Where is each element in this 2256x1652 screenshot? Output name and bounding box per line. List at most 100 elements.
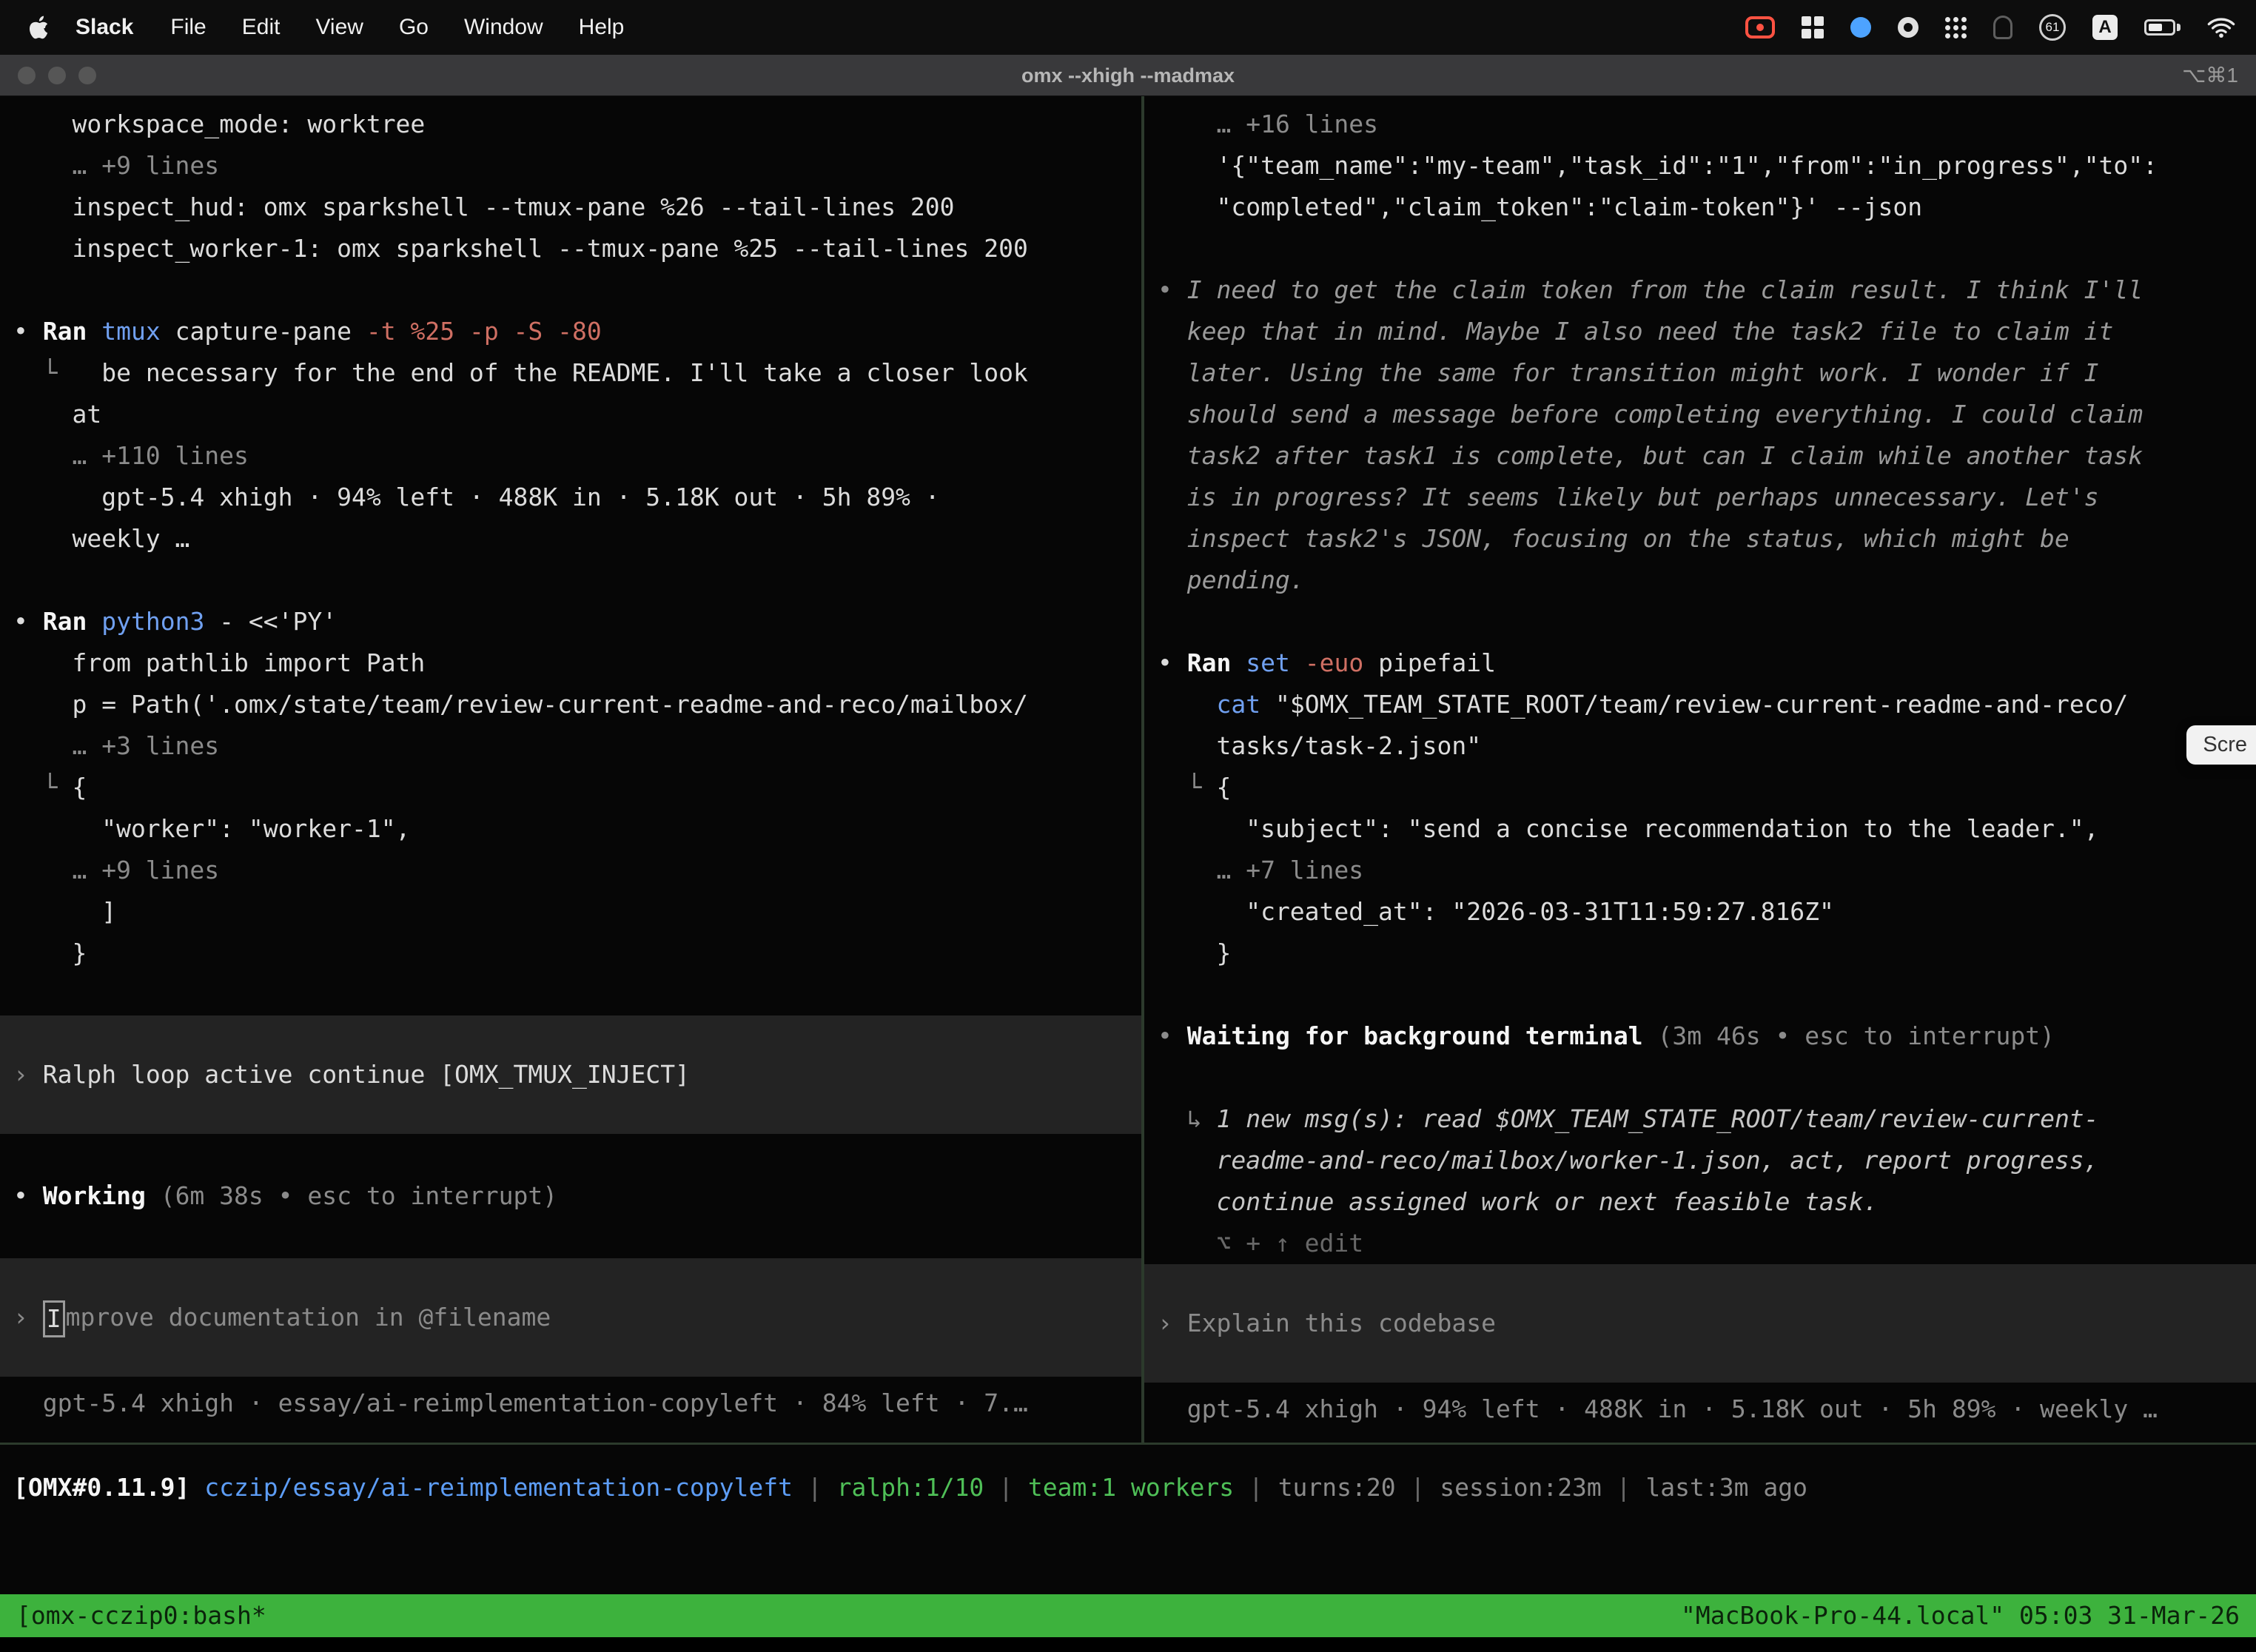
status-working-line: • Working (6m 38s • esc to interrupt) xyxy=(0,1175,1141,1217)
text-segment: | xyxy=(1602,1473,1646,1502)
text-segment: python3 xyxy=(101,607,204,636)
text-segment: readme-and-reco/mailbox/worker-1.json, a… xyxy=(1158,1146,2099,1175)
battery-percent-gauge-icon[interactable]: 61 xyxy=(2039,14,2066,41)
terminal-line: "worker": "worker-1", xyxy=(0,808,1141,850)
text-segment: } xyxy=(1158,939,1231,967)
text-segment: • xyxy=(13,607,43,636)
text-segment: "subject": "send a concise recommendatio… xyxy=(1158,814,2099,843)
thinking-line: task2 after task1 is complete, but can I… xyxy=(1144,435,2256,477)
text-segment: last:3m ago xyxy=(1645,1473,1807,1502)
window-titlebar[interactable]: omx --xhigh --madmax ⌥⌘1 xyxy=(0,55,2256,96)
ring-app-icon[interactable] xyxy=(1898,17,1918,38)
text-segment: - <<'PY' xyxy=(204,607,337,636)
text-segment: capture-pane xyxy=(161,317,366,346)
text-segment: "$OMX_TEAM_STATE_ROOT/team/review-curren… xyxy=(1260,690,2128,719)
text-segment: | xyxy=(1396,1473,1440,1502)
text-segment xyxy=(1290,648,1305,677)
text-segment: "completed","claim_token":"claim-token"}… xyxy=(1158,192,1922,221)
tmux-host-clock-label: "MacBook-Pro-44.local" 05:03 31-Mar-26 xyxy=(1681,1594,2240,1637)
mailbox-message-line: ↳ 1 new msg(s): read $OMX_TEAM_STATE_ROO… xyxy=(1144,1098,2256,1140)
window-grid-icon[interactable] xyxy=(1802,16,1824,38)
menu-app-name[interactable]: Slack xyxy=(56,15,152,40)
battery-icon[interactable] xyxy=(2144,19,2181,36)
terminal-line: workspace_mode: worktree xyxy=(0,104,1141,145)
omx-status-area: [OMX#0.11.9] cczip/essay/ai-reimplementa… xyxy=(0,1443,2256,1594)
menu-go[interactable]: Go xyxy=(381,15,446,40)
text-segment: └ xyxy=(13,773,72,802)
text-segment: tmux xyxy=(101,317,160,346)
text-segment: tasks/task-2.json" xyxy=(1158,731,1481,760)
text-segment: "worker": "worker-1", xyxy=(13,814,410,843)
terminal-line: '{"team_name":"my-team","task_id":"1","f… xyxy=(1144,145,2256,187)
terminal-line: } xyxy=(1144,933,2256,974)
terminal-line: inspect_worker-1: omx sparkshell --tmux-… xyxy=(0,228,1141,269)
terminal-line: inspect_hud: omx sparkshell --tmux-pane … xyxy=(0,187,1141,228)
text-segment: … +9 lines xyxy=(13,151,219,180)
window-title: omx --xhigh --madmax xyxy=(0,55,2256,96)
thinking-line: should send a message before completing … xyxy=(1144,394,2256,435)
text-segment: › xyxy=(13,1303,43,1332)
text-segment: Ran xyxy=(1187,648,1232,677)
text-segment: └ xyxy=(13,358,101,387)
text-segment xyxy=(87,607,101,636)
text-segment: inspect_hud: omx sparkshell --tmux-pane … xyxy=(13,192,955,221)
text-segment: … +16 lines xyxy=(1158,110,1378,138)
text-segment: › xyxy=(13,1060,43,1089)
text-segment: inspect task2's JSON, focusing on the st… xyxy=(1158,524,2069,553)
ghost-app-icon[interactable] xyxy=(1993,16,2012,39)
text-segment: Working xyxy=(43,1181,146,1210)
wifi-icon[interactable] xyxy=(2207,16,2235,38)
text-segment: Ran xyxy=(43,317,87,346)
ran-command-line: • Ran python3 - <<'PY' xyxy=(0,601,1141,642)
prompt-input[interactable]: › Explain this codebase xyxy=(1144,1264,2256,1383)
edge-tooltip: Scre xyxy=(2186,725,2256,765)
thinking-line: is in progress? It seems likely but perh… xyxy=(1144,477,2256,518)
terminal-line: … +9 lines xyxy=(0,850,1141,891)
input-source-icon[interactable]: A xyxy=(2092,15,2118,40)
text-segment: team:1 workers xyxy=(1028,1473,1234,1502)
text-segment: is in progress? It seems likely but perh… xyxy=(1158,483,2099,511)
terminal-line: } xyxy=(0,933,1141,974)
text-segment: • xyxy=(1158,1021,1187,1050)
text-segment: (3m 46s • esc to interrupt) xyxy=(1643,1021,2055,1050)
menu-edit[interactable]: Edit xyxy=(224,15,298,40)
menu-view[interactable]: View xyxy=(298,15,380,40)
blue-app-icon[interactable] xyxy=(1850,17,1871,38)
screen-recording-indicator-icon[interactable] xyxy=(1745,16,1775,38)
text-segment: '{"team_name":"my-team","task_id":"1","f… xyxy=(1158,151,2158,180)
text-segment: Ralph loop active continue [OMX_TMUX_INJ… xyxy=(43,1060,690,1089)
text-segment: should send a message before completing … xyxy=(1158,400,2143,429)
text-segment: turns:20 xyxy=(1278,1473,1396,1502)
terminal-line: "completed","claim_token":"claim-token"}… xyxy=(1144,187,2256,228)
edit-hint-line: ⌥ + ↑ edit xyxy=(1144,1223,2256,1264)
thinking-line: • I need to get the claim token from the… xyxy=(1144,269,2256,311)
dots-grid-icon[interactable] xyxy=(1945,17,1967,38)
menu-help[interactable]: Help xyxy=(561,15,642,40)
text-segment xyxy=(87,317,101,346)
tmux-status-bar: [omx-cczip0:bash* "MacBook-Pro-44.local"… xyxy=(0,1594,2256,1637)
terminal-line: p = Path('.omx/state/team/review-current… xyxy=(0,684,1141,725)
text-segment: cat xyxy=(1216,690,1260,719)
text-segment: "created_at": "2026-03-31T11:59:27.816Z" xyxy=(1158,897,1834,926)
text-segment: Waiting for background terminal xyxy=(1187,1021,1643,1050)
right-terminal-pane[interactable]: … +16 lines '{"team_name":"my-team","tas… xyxy=(1144,96,2256,1443)
apple-logo[interactable] xyxy=(28,14,50,41)
ran-command-line: • Ran tmux capture-pane -t %25 -p -S -80 xyxy=(0,311,1141,352)
left-terminal-pane[interactable]: workspace_mode: worktree … +9 lines insp… xyxy=(0,96,1141,1443)
menu-window[interactable]: Window xyxy=(446,15,561,40)
prompt-input[interactable]: › Improve documentation in @filename xyxy=(0,1258,1141,1377)
text-segment: • xyxy=(13,1181,43,1210)
terminal-line: … +110 lines xyxy=(0,435,1141,477)
text-segment: } xyxy=(13,939,87,967)
text-segment: keep that in mind. Maybe I also need the… xyxy=(1158,317,2113,346)
text-segment: ralph:1/10 xyxy=(837,1473,984,1502)
menu-file[interactable]: File xyxy=(152,15,224,40)
status-waiting-line: • Waiting for background terminal (3m 46… xyxy=(1144,1015,2256,1057)
terminal-line: gpt-5.4 xhigh · 94% left · 488K in · 5.1… xyxy=(0,477,1141,518)
text-segment: … +9 lines xyxy=(13,856,219,884)
text-segment: … +3 lines xyxy=(13,731,219,760)
terminal-line: at xyxy=(0,394,1141,435)
mailbox-message-line: readme-and-reco/mailbox/worker-1.json, a… xyxy=(1144,1140,2256,1181)
text-segment: … +7 lines xyxy=(1158,856,1363,884)
text-segment: inspect_worker-1: omx sparkshell --tmux-… xyxy=(13,234,1028,263)
